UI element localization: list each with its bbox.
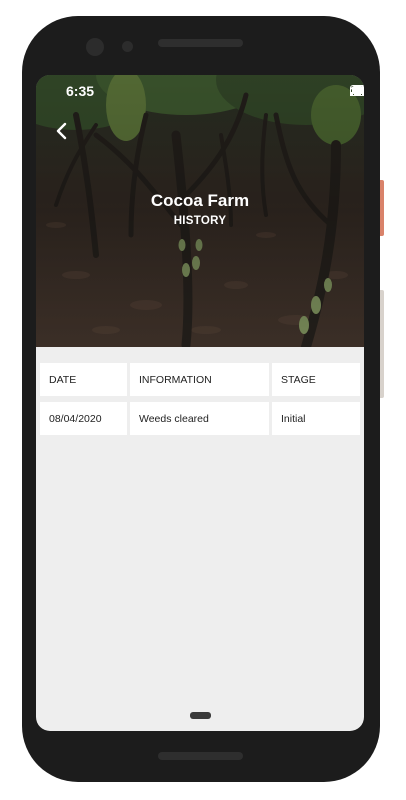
power-button [380,180,384,236]
cell-stage: Initial [272,402,360,435]
bottom-speaker [158,752,243,760]
header-image: 6:35 Cocoa Farm HISTORY [36,75,364,347]
home-indicator[interactable] [190,712,211,719]
sensor [122,41,133,52]
page-subtitle: HISTORY [173,215,227,227]
earpiece-speaker [158,39,243,47]
cell-information: Weeds cleared [130,402,269,435]
table-header-row: DATE INFORMATION STAGE [40,363,360,396]
chevron-left-icon [56,122,67,140]
history-table: DATE INFORMATION STAGE 08/04/2020 Weeds … [40,363,360,441]
volume-button [380,290,384,398]
battery-icon [350,85,364,96]
column-header-date: DATE [40,363,127,396]
column-header-stage: STAGE [272,363,360,396]
status-time: 6:35 [66,83,95,99]
app-screen: 6:35 Cocoa Farm HISTORY DATE INFORMATION… [36,75,364,731]
cell-date: 08/04/2020 [40,402,127,435]
back-button[interactable] [50,119,74,143]
table-row[interactable]: 08/04/2020 Weeds cleared Initial [40,402,360,435]
cocoa-farm-photo [36,75,364,347]
page-title: Cocoa Farm [150,191,250,210]
column-header-information: INFORMATION [130,363,269,396]
front-camera [86,38,104,56]
